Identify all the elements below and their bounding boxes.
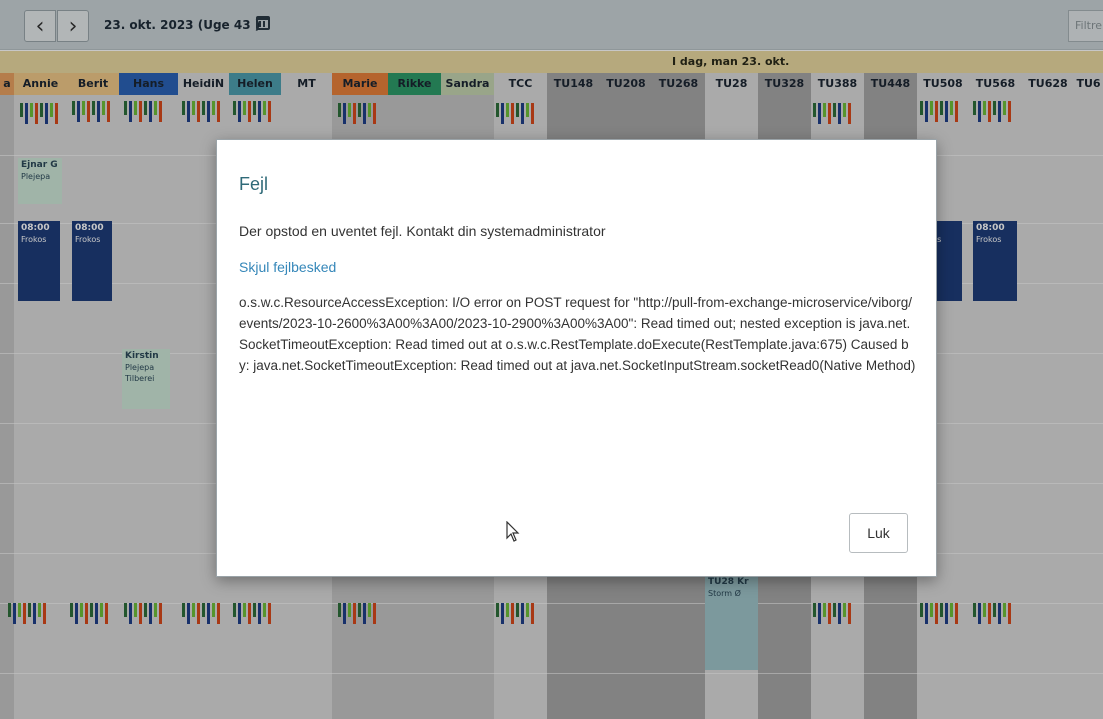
error-details: o.s.w.c.ResourceAccessException: I/O err…	[239, 295, 916, 373]
close-button[interactable]: Luk	[849, 513, 908, 553]
dialog-title: Fejl	[239, 174, 269, 194]
error-dialog: Fejl Der opstod en uventet fejl. Kontakt…	[216, 139, 937, 577]
mouse-pointer-icon	[506, 521, 520, 542]
dialog-message: Der opstod en uventet fejl. Kontakt din …	[239, 223, 606, 239]
hide-error-details-link[interactable]: Skjul fejlbesked	[239, 259, 336, 275]
